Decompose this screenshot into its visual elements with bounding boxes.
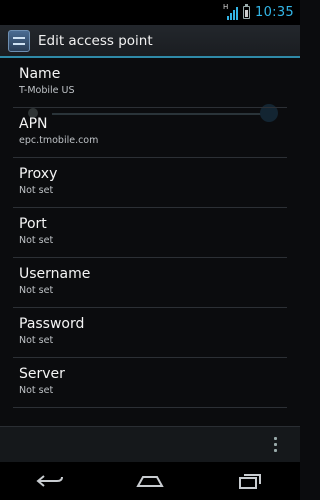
field-label: Proxy xyxy=(19,166,58,182)
home-icon[interactable] xyxy=(130,469,170,493)
recents-icon[interactable] xyxy=(230,469,270,493)
field-value: Not set xyxy=(19,335,54,346)
field-proxy[interactable]: Proxy Not set xyxy=(13,158,287,208)
field-label: Port xyxy=(19,216,47,232)
network-type: H xyxy=(223,2,229,11)
field-value: Not set xyxy=(19,185,54,196)
field-value: Not set xyxy=(19,385,54,396)
field-label: Password xyxy=(19,316,85,332)
field-password[interactable]: Password Not set xyxy=(13,308,287,358)
action-bar: Edit access point xyxy=(0,25,300,58)
field-value: T-Mobile US xyxy=(19,85,75,96)
clock: 10:35 xyxy=(255,5,294,20)
field-username[interactable]: Username Not set xyxy=(13,258,287,308)
bottom-action-bar xyxy=(0,426,300,463)
field-value: epc.tmobile.com xyxy=(19,135,99,146)
field-value: Not set xyxy=(19,235,54,246)
field-apn[interactable]: APN epc.tmobile.com xyxy=(13,108,287,158)
battery-icon xyxy=(243,4,251,19)
field-server[interactable]: Server Not set xyxy=(13,358,287,408)
status-bar: H 10:35 xyxy=(0,0,300,25)
field-label: Name xyxy=(19,66,61,82)
field-label: Server xyxy=(19,366,65,382)
back-icon[interactable] xyxy=(30,469,70,493)
apn-field-list: Name T-Mobile US APN epc.tmobile.com Pro… xyxy=(0,58,300,408)
field-name[interactable]: Name T-Mobile US xyxy=(13,58,287,108)
field-label: APN xyxy=(19,116,48,132)
page-title: Edit access point xyxy=(38,32,153,49)
settings-app-icon[interactable] xyxy=(8,29,30,52)
signal-icon: H xyxy=(223,2,239,20)
navigation-bar xyxy=(0,462,300,500)
field-value: Not set xyxy=(19,285,54,296)
field-port[interactable]: Port Not set xyxy=(13,208,287,258)
overflow-menu-icon[interactable] xyxy=(274,437,278,453)
field-label: Username xyxy=(19,266,91,282)
